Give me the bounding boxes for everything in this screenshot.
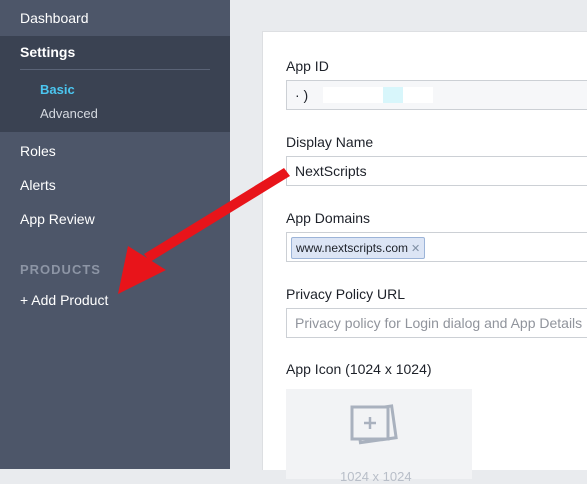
- privacy-policy-input[interactable]: Privacy policy for Login dialog and App …: [286, 308, 587, 338]
- app-icon-upload[interactable]: 1024 x 1024: [286, 389, 472, 484]
- sidebar-subitem-basic[interactable]: Basic: [40, 82, 75, 97]
- app-id-value: · ): [295, 87, 309, 103]
- privacy-policy-label: Privacy Policy URL: [286, 286, 406, 302]
- app-id-field[interactable]: · ): [286, 80, 587, 110]
- settings-group: Settings Basic Advanced: [0, 36, 230, 132]
- redaction-block: [403, 87, 433, 103]
- app-domains-label: App Domains: [286, 210, 371, 226]
- display-name-input[interactable]: NextScripts: [286, 156, 587, 186]
- sidebar-item-alerts[interactable]: Alerts: [20, 177, 56, 193]
- add-product-link[interactable]: + Add Product: [20, 292, 108, 308]
- add-image-icon: [350, 404, 398, 445]
- privacy-policy-placeholder: Privacy policy for Login dialog and App …: [295, 315, 583, 331]
- app-id-label: App ID: [286, 58, 329, 74]
- display-name-value: NextScripts: [295, 163, 367, 179]
- app-icon-caption: 1024 x 1024: [340, 469, 412, 484]
- sidebar-item-roles[interactable]: Roles: [20, 143, 56, 159]
- redaction-block: [323, 87, 383, 103]
- app-icon-label: App Icon (1024 x 1024): [286, 361, 432, 377]
- basic-settings-panel: App ID · ) Display Name NextScripts App …: [262, 31, 587, 484]
- divider: [20, 69, 210, 70]
- display-name-label: Display Name: [286, 134, 374, 150]
- sidebar-subitem-advanced[interactable]: Advanced: [40, 106, 98, 121]
- domain-token: www.nextscripts.com ✕: [291, 237, 426, 259]
- products-section-header: PRODUCTS: [20, 262, 101, 277]
- sidebar: Dashboard Settings Basic Advanced Roles …: [0, 0, 230, 469]
- app-domains-input[interactable]: www.nextscripts.com ✕: [286, 232, 587, 262]
- sidebar-item-app-review[interactable]: App Review: [20, 211, 95, 227]
- redaction-block: [383, 87, 403, 103]
- sidebar-item-dashboard[interactable]: Dashboard: [20, 10, 89, 26]
- sidebar-item-settings[interactable]: Settings: [20, 44, 75, 60]
- domain-token-text: www.nextscripts.com: [296, 241, 409, 255]
- remove-token-icon[interactable]: ✕: [411, 243, 420, 255]
